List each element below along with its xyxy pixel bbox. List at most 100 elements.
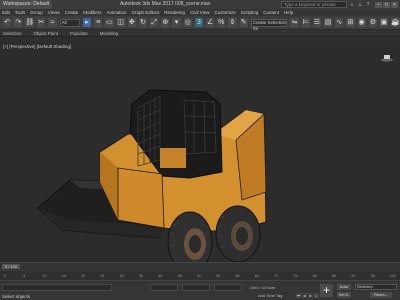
close-button[interactable]: ×	[391, 1, 398, 8]
menu-edit[interactable]: Edit	[2, 10, 10, 15]
search-icon[interactable]: ⌕	[349, 2, 355, 8]
set-key-button[interactable]: Set K.	[337, 292, 351, 298]
menu-help[interactable]: Help	[284, 10, 293, 15]
x-coordinate-field[interactable]	[150, 284, 178, 291]
menu-civil-view[interactable]: Civil View	[190, 10, 209, 15]
window-controls: – □ ×	[375, 1, 398, 8]
align-icon[interactable]: ⊨	[301, 18, 310, 27]
material-editor-icon[interactable]: ◉	[357, 18, 366, 27]
window-title: Autodesk 3ds Max 2017 008_scene.max	[120, 1, 211, 7]
curve-editor-icon[interactable]: ∿	[335, 18, 344, 27]
rendered-frame-icon[interactable]: ▣	[379, 18, 389, 27]
track-tick-label: 25	[100, 274, 105, 278]
track-bar[interactable]: 0 5 10 15 20 25 30 35 40 45 50 55 60 65 70 75 80 85 90 95 10…	[0, 270, 400, 280]
ribbon-tabs: Selection Object Paint Populate Modeling	[0, 30, 400, 37]
menu-views[interactable]: Views	[48, 10, 60, 15]
schematic-view-icon[interactable]: ⊞	[346, 18, 355, 27]
unlink-icon[interactable]: ✂	[37, 18, 46, 27]
mirror-icon[interactable]: ⇋	[290, 18, 299, 27]
perspective-viewport[interactable]: [+] [Perspective] [Default Shading]	[0, 42, 400, 262]
play-icon[interactable]: ▸	[308, 293, 313, 298]
key-filters-button[interactable]: Filters...	[370, 292, 392, 298]
track-tick-label: 60	[235, 274, 240, 278]
menu-tools[interactable]: Tools	[15, 10, 26, 15]
menu-graph-editors[interactable]: Graph Editors	[132, 10, 160, 15]
track-tick-label: 15	[61, 274, 66, 278]
menu-scripting[interactable]: Scripting	[241, 10, 259, 15]
selection-filter-dropdown[interactable]: All	[59, 18, 80, 27]
named-selection-icon[interactable]: ✎	[239, 18, 248, 27]
toggle-ribbon-icon[interactable]: ▤	[324, 18, 333, 27]
menu-bar: Edit Tools Group Views Create Modifiers …	[0, 9, 400, 16]
place-icon[interactable]: ⊕	[161, 18, 170, 27]
track-tick-label: 95	[370, 274, 375, 278]
select-object-icon[interactable]: ▸	[82, 18, 92, 27]
track-tick-label: 75	[293, 274, 298, 278]
z-coordinate-field[interactable]	[214, 284, 242, 291]
scale-icon[interactable]: ⤢	[150, 18, 159, 27]
track-tick-label: 45	[177, 274, 182, 278]
status-prompt: Select objects	[2, 294, 31, 299]
render-setup-icon[interactable]: ⚙	[368, 18, 377, 27]
render-icon[interactable]: ☕	[391, 18, 400, 27]
menu-create[interactable]: Create	[65, 10, 79, 15]
auto-key-button[interactable]: Auto	[337, 284, 351, 290]
track-tick-label: 5	[23, 274, 26, 278]
layer-explorer-icon[interactable]: ☰	[312, 18, 321, 27]
undo-icon[interactable]: ↶	[3, 18, 12, 27]
maximize-button[interactable]: □	[383, 1, 390, 8]
pivot-icon[interactable]: ◎	[183, 18, 192, 27]
bind-spacewarp-icon[interactable]: ≈	[48, 18, 57, 27]
tab-populate[interactable]: Populate	[70, 31, 88, 36]
spinner-snap-icon[interactable]: ⇕	[228, 18, 237, 27]
help-icon[interactable]: ?	[365, 2, 371, 8]
track-tick-label: 70	[274, 274, 279, 278]
menu-rendering[interactable]: Rendering	[164, 10, 185, 15]
rotate-icon[interactable]: ↻	[138, 18, 148, 27]
link-icon[interactable]: ⛓	[25, 18, 35, 27]
skid-steer-loader-model[interactable]	[0, 42, 400, 262]
tab-object-paint[interactable]: Object Paint	[34, 31, 59, 36]
move-icon[interactable]: ✥	[127, 18, 136, 27]
tab-selection[interactable]: Selection	[3, 31, 22, 36]
menu-customize[interactable]: Customize	[214, 10, 235, 15]
maxscript-listener[interactable]	[2, 284, 112, 291]
y-coordinate-field[interactable]	[182, 284, 210, 291]
angle-snap-icon[interactable]: ∠	[206, 18, 215, 27]
minimize-button[interactable]: –	[375, 1, 382, 8]
menu-content[interactable]: Content	[263, 10, 279, 15]
redo-icon[interactable]: ↷	[14, 18, 23, 27]
track-tick-label: 90	[351, 274, 356, 278]
prev-frame-icon[interactable]: ◂	[302, 293, 307, 298]
ref-coord-icon[interactable]: ▾	[172, 18, 181, 27]
add-time-tag[interactable]: Add Time Tag	[258, 293, 282, 298]
select-by-name-icon[interactable]: ≡	[94, 18, 103, 27]
menu-animation[interactable]: Animation	[107, 10, 127, 15]
time-slider-track[interactable]: 0 / 100	[0, 262, 400, 270]
title-bar: Workspaces: Default Autodesk 3ds Max 201…	[0, 0, 400, 9]
percent-snap-icon[interactable]: %	[217, 18, 226, 27]
search-input[interactable]: Type a keyword or phrase	[281, 1, 347, 8]
snap-toggle-icon[interactable]: 3	[194, 18, 203, 27]
time-slider[interactable]: 0 / 100	[2, 264, 20, 269]
grid-size: Grid = 10.0cm	[250, 285, 276, 290]
go-to-start-icon[interactable]: ⏮	[296, 293, 301, 298]
next-frame-icon[interactable]: ▹	[314, 293, 319, 298]
rect-selection-icon[interactable]: ▭	[105, 18, 114, 27]
track-tick-label: 55	[216, 274, 221, 278]
track-tick-label: 40	[158, 274, 163, 278]
tab-modeling[interactable]: Modeling	[100, 31, 118, 36]
track-tick-label: 85	[332, 274, 336, 278]
menu-modifiers[interactable]: Modifiers	[83, 10, 101, 15]
user-icon[interactable]: ☺	[357, 2, 363, 8]
title-bar-right: Type a keyword or phrase ⌕ ☺ ? – □ ×	[281, 0, 398, 9]
key-filter-dropdown[interactable]: Selected	[355, 284, 397, 290]
track-tick-label: 65	[254, 274, 259, 278]
track-tick-label: 10	[42, 274, 47, 278]
workspace-selector[interactable]: Workspaces: Default	[0, 0, 53, 9]
track-tick-label: 35	[139, 274, 143, 278]
menu-group[interactable]: Group	[30, 10, 43, 15]
window-crossing-icon[interactable]: ◫	[116, 18, 125, 27]
set-key-icon[interactable]: +	[320, 284, 333, 297]
selection-set-dropdown[interactable]: Create Selection Se	[250, 18, 288, 31]
